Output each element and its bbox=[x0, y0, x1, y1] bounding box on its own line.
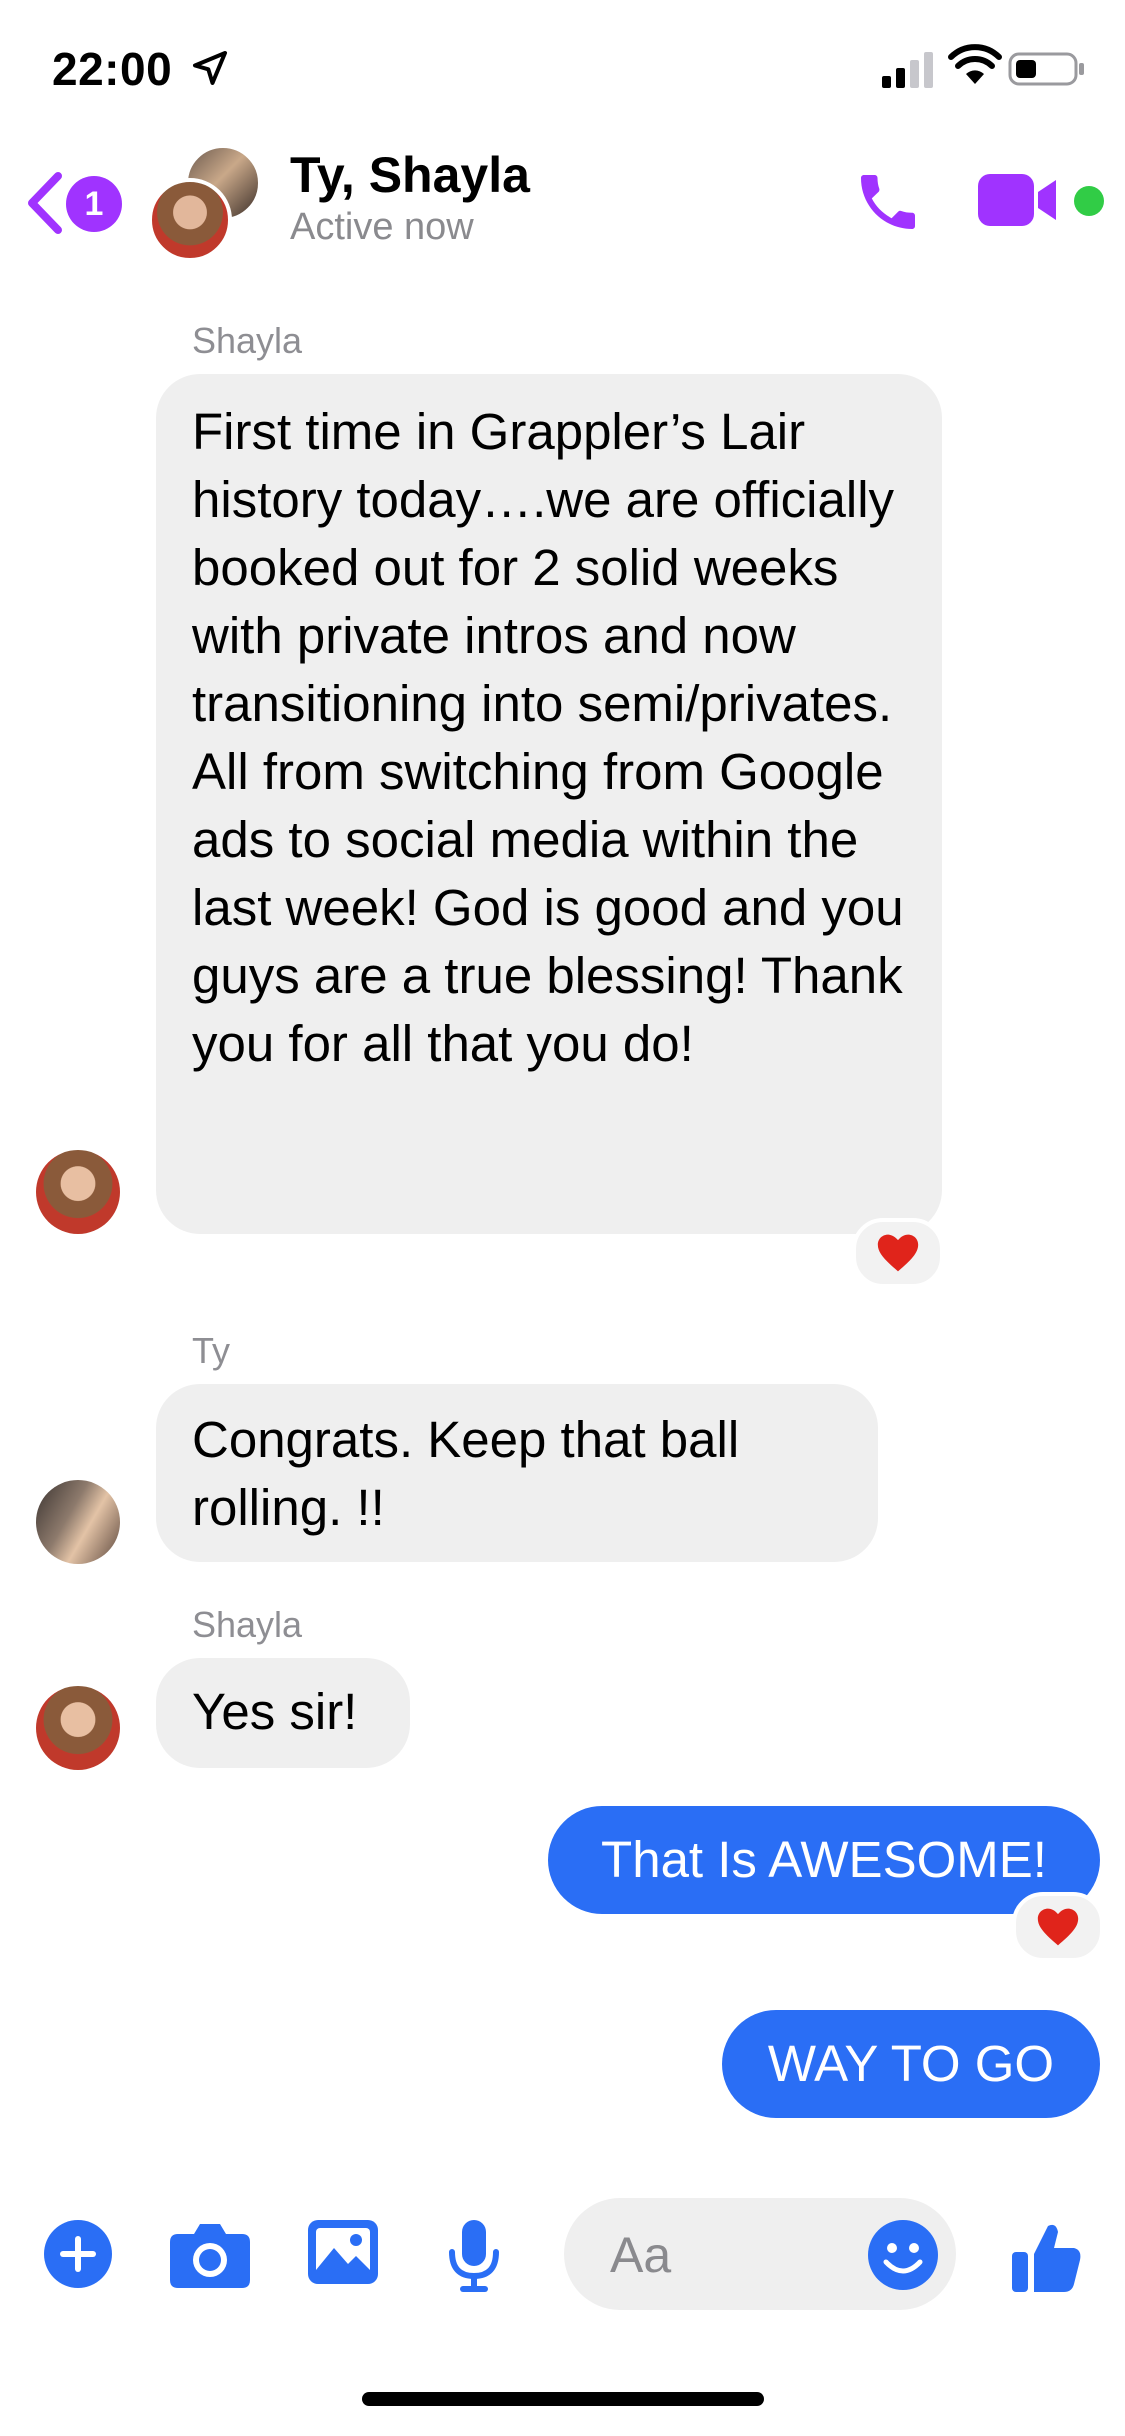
camera-icon[interactable] bbox=[170, 2220, 250, 2288]
thumbs-up-icon[interactable] bbox=[1012, 2220, 1082, 2292]
signal-icon bbox=[882, 52, 933, 88]
chat-title[interactable]: Ty, Shayla bbox=[290, 146, 530, 204]
group-avatar[interactable] bbox=[148, 144, 268, 264]
gallery-icon[interactable] bbox=[308, 2220, 378, 2284]
message-bubble[interactable]: First time in Grappler’s Lair history to… bbox=[156, 374, 942, 1234]
back-button[interactable]: 1 bbox=[24, 168, 124, 238]
message-bubble-outgoing[interactable]: That Is AWESOME! bbox=[548, 1806, 1100, 1914]
avatar-shayla bbox=[148, 178, 232, 262]
message-list[interactable]: Shayla First time in Grappler’s Lair his… bbox=[0, 270, 1125, 2170]
sender-name: Ty bbox=[192, 1330, 231, 1371]
back-chevron-icon bbox=[28, 172, 62, 234]
message-bubble[interactable]: Yes sir! bbox=[156, 1658, 410, 1768]
avatar[interactable] bbox=[36, 1150, 120, 1234]
sender-name: Shayla bbox=[192, 1604, 303, 1645]
emoji-icon[interactable] bbox=[868, 2220, 938, 2290]
message-bubble-outgoing[interactable]: WAY TO GO bbox=[722, 2010, 1100, 2118]
avatar[interactable] bbox=[36, 1686, 120, 1770]
status-time: 22:00 bbox=[52, 43, 173, 95]
heart-icon bbox=[1037, 1908, 1079, 1946]
heart-icon bbox=[877, 1234, 919, 1272]
chat-header: 1 Ty, Shayla Active now bbox=[0, 140, 1125, 270]
message-reaction[interactable] bbox=[1012, 1892, 1104, 1962]
message-bubble[interactable]: Congrats. Keep that ball rolling. !! bbox=[156, 1384, 878, 1562]
battery-icon bbox=[1008, 52, 1084, 86]
online-indicator bbox=[1074, 186, 1104, 216]
wifi-icon bbox=[948, 44, 1002, 84]
status-bar: 22:00 bbox=[0, 0, 1125, 140]
sender-name: Shayla bbox=[192, 320, 303, 361]
microphone-icon[interactable] bbox=[446, 2220, 502, 2294]
avatar[interactable] bbox=[36, 1480, 120, 1564]
message-input[interactable]: Aa bbox=[564, 2198, 956, 2310]
phone-icon[interactable] bbox=[852, 166, 924, 238]
message-input-placeholder: Aa bbox=[610, 2227, 672, 2283]
message-reaction[interactable] bbox=[852, 1218, 944, 1288]
video-camera-icon[interactable] bbox=[978, 170, 1060, 230]
plus-icon[interactable] bbox=[44, 2220, 112, 2288]
location-arrow-icon bbox=[193, 51, 227, 85]
home-indicator[interactable] bbox=[362, 2392, 764, 2406]
unread-badge: 1 bbox=[66, 176, 122, 232]
chat-status: Active now bbox=[290, 206, 474, 248]
